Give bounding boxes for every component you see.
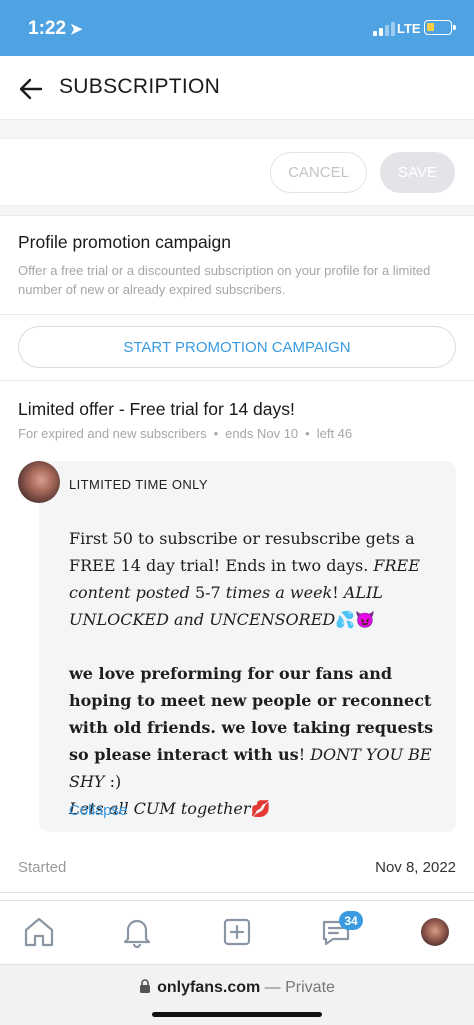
lock-icon xyxy=(140,979,151,993)
offer-message-heading: LITMITED TIME ONLY xyxy=(69,477,208,492)
emoji: 💋 xyxy=(250,799,271,818)
promotion-description: Offer a free trial or a discounted subsc… xyxy=(18,263,431,297)
promotion-card: Profile promotion campaign Offer a free … xyxy=(0,215,474,380)
started-date: Nov 8, 2022 xyxy=(375,859,456,876)
url-display[interactable]: onlyfans.com — Private xyxy=(0,979,474,997)
section-gap xyxy=(0,120,474,138)
page-header: SUBSCRIPTION xyxy=(0,56,474,120)
save-button[interactable]: SAVE xyxy=(380,152,455,193)
browser-url-bar[interactable]: onlyfans.com — Private xyxy=(0,964,474,1025)
plus-square-icon[interactable] xyxy=(220,915,254,949)
battery-icon xyxy=(424,20,456,35)
status-bar: 1:22 ➤ LTE xyxy=(0,0,474,56)
collapse-link[interactable]: Collapse xyxy=(69,802,127,819)
meta-separator: • xyxy=(213,426,219,441)
started-row: Started Nov 8, 2022 xyxy=(0,855,474,893)
section-gap xyxy=(0,206,474,215)
profile-avatar[interactable] xyxy=(421,918,449,946)
offer-message-text: First 50 to subscribe or resubscribe get… xyxy=(69,525,454,822)
offer-left: left 46 xyxy=(316,426,353,441)
clock: 1:22 xyxy=(28,18,67,39)
offer-title: Limited offer - Free trial for 14 days! xyxy=(18,399,295,419)
signal-strength-icon xyxy=(373,22,395,36)
network-type: LTE xyxy=(397,21,421,36)
form-actions: CANCEL SAVE xyxy=(0,138,474,206)
offer-meta: For expired and new subscribers • ends Nov… xyxy=(18,426,352,441)
emoji: 💦😈 xyxy=(335,610,376,629)
status-time: 1:22 ➤ xyxy=(28,18,83,40)
promotion-title: Profile promotion campaign xyxy=(18,232,232,252)
offer-audience: For expired and new subscribers xyxy=(18,426,207,441)
meta-separator: • xyxy=(305,426,310,441)
bell-icon[interactable] xyxy=(120,915,154,949)
bottom-tab-bar: 34 xyxy=(0,900,474,964)
arrow-left-icon[interactable] xyxy=(18,76,44,102)
avatar[interactable] xyxy=(18,461,60,503)
cancel-button[interactable]: CANCEL xyxy=(270,152,367,193)
post-text: ! xyxy=(298,745,306,764)
post-text: :) xyxy=(109,772,122,791)
started-label: Started xyxy=(18,859,67,876)
post-text: 5-7 xyxy=(194,583,221,602)
home-indicator[interactable] xyxy=(152,1012,322,1017)
browsing-mode: Private xyxy=(285,979,335,996)
page-title: SUBSCRIPTION xyxy=(59,75,221,98)
start-promotion-button[interactable]: START PROMOTION CAMPAIGN xyxy=(18,326,456,368)
location-arrow-icon: ➤ xyxy=(70,21,83,38)
home-icon[interactable] xyxy=(22,915,56,949)
url-separator: — xyxy=(264,979,281,996)
offer-ends: ends Nov 10 xyxy=(225,426,299,441)
offer-card: Limited offer - Free trial for 14 days! … xyxy=(0,380,474,900)
post-text: ! xyxy=(332,583,339,602)
messages-badge: 34 xyxy=(339,911,363,930)
post-text: First 50 to subscribe or resubscribe get… xyxy=(69,529,415,575)
divider xyxy=(0,314,474,315)
url-domain: onlyfans.com xyxy=(157,979,261,996)
offer-message-bubble: LITMITED TIME ONLY First 50 to subscribe… xyxy=(39,461,456,832)
post-text: times a week xyxy=(225,583,333,602)
